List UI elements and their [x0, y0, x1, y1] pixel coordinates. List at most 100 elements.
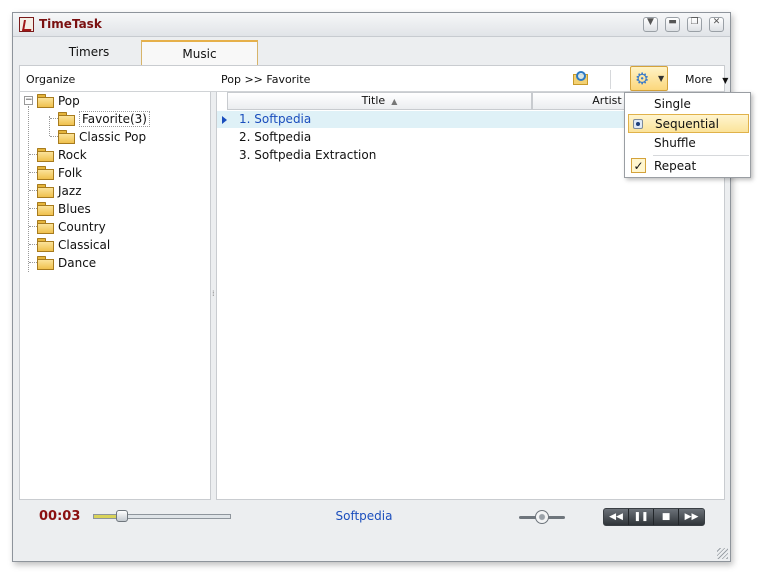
- gear-icon: ⚙: [635, 69, 650, 88]
- menu-item-sequential[interactable]: Sequential: [628, 114, 749, 133]
- column-header-label: Artist: [592, 94, 622, 107]
- tree-item-label: Rock: [58, 148, 87, 162]
- toolbar-divider: [610, 70, 611, 89]
- menu-item-repeat[interactable]: ✓ Repeat: [628, 157, 749, 176]
- tree-item-classical[interactable]: Classical: [37, 236, 110, 254]
- window-menu-button[interactable]: ▼: [643, 17, 658, 32]
- tree-item-rock[interactable]: Rock: [37, 146, 87, 164]
- folder-icon: [58, 130, 75, 144]
- pause-button[interactable]: ❚❚: [629, 509, 654, 525]
- music-toolbar: Organize Pop >> Favorite ⚙ ▼ More ▼: [19, 65, 728, 92]
- now-playing-icon: [222, 116, 227, 124]
- more-button[interactable]: More ▼: [685, 73, 728, 86]
- tree-item-country[interactable]: Country: [37, 218, 106, 236]
- tree-connector: [50, 136, 58, 137]
- tree-item-favorite[interactable]: Favorite(3): [58, 110, 150, 128]
- tree-item-label: Classical: [58, 238, 111, 252]
- folder-icon: [37, 238, 54, 252]
- menu-item-single[interactable]: Single: [628, 95, 749, 114]
- tree-item-label: Folk: [58, 166, 83, 180]
- menu-item-shuffle[interactable]: Shuffle: [628, 134, 749, 153]
- tree-connector: [29, 244, 37, 245]
- restore-button[interactable]: ❐: [687, 17, 702, 32]
- title-bar[interactable]: TimeTask ▼ ▬ ❐ ✕: [13, 13, 730, 37]
- menu-item-label: Single: [654, 97, 691, 111]
- folder-icon: [58, 112, 75, 126]
- search-icon: [576, 71, 586, 81]
- menu-divider: [653, 155, 749, 156]
- forward-button[interactable]: ▶▶: [679, 509, 704, 525]
- tree-connector: [29, 208, 37, 209]
- now-playing-title: Softpedia: [335, 509, 393, 523]
- tree-item-pop[interactable]: Pop: [37, 92, 80, 110]
- song-title: 2. Softpedia: [239, 130, 312, 144]
- song-title: 1. Softpedia: [239, 112, 312, 126]
- rewind-icon: ◀◀: [609, 512, 623, 522]
- window-title: TimeTask: [39, 17, 102, 31]
- tree-connector: [29, 226, 37, 227]
- menu-item-label: Sequential: [655, 117, 719, 131]
- rewind-button[interactable]: ◀◀: [604, 509, 629, 525]
- sort-ascending-icon: ▲: [391, 97, 398, 106]
- tree-connector: [29, 172, 37, 173]
- tree-item-classic-pop[interactable]: Classic Pop: [58, 128, 146, 146]
- minimize-icon: ▬: [668, 17, 677, 27]
- menu-item-label: Shuffle: [654, 136, 696, 150]
- column-header-label: Title: [361, 94, 386, 107]
- elapsed-time: 00:03: [39, 509, 81, 524]
- pause-icon: ❚❚: [633, 512, 649, 522]
- tree-item-label: Jazz: [58, 184, 82, 198]
- tree-item-folk[interactable]: Folk: [37, 164, 82, 182]
- tree-item-label: Classic Pop: [79, 130, 147, 144]
- seek-thumb[interactable]: [116, 510, 128, 522]
- folder-icon: [37, 202, 54, 216]
- tree-item-label: Favorite(3): [79, 111, 150, 127]
- tree-connector: [29, 262, 37, 263]
- chevron-down-icon: ▼: [722, 76, 729, 85]
- category-tree: − Pop Favorite(3) Classic Pop Rock Folk …: [19, 92, 211, 500]
- close-button[interactable]: ✕: [709, 17, 724, 32]
- tree-connector: [29, 154, 37, 155]
- tree-item-label: Pop: [58, 94, 80, 108]
- tab-music[interactable]: Music: [141, 40, 258, 66]
- player-bar: 00:03 Softpedia ◀◀ ❚❚ ■ ▶▶: [19, 500, 725, 532]
- resize-grip[interactable]: [717, 548, 728, 559]
- menu-item-label: Repeat: [654, 159, 697, 173]
- tree-item-label: Blues: [58, 202, 91, 216]
- tree-connector: [29, 190, 37, 191]
- tree-connector: [49, 116, 50, 136]
- folder-icon: [37, 148, 54, 162]
- tree-item-blues[interactable]: Blues: [37, 200, 91, 218]
- fast-forward-icon: ▶▶: [684, 512, 699, 522]
- tree-item-jazz[interactable]: Jazz: [37, 182, 82, 200]
- find-button[interactable]: [572, 70, 590, 87]
- playback-mode-menu: Single Sequential Shuffle ✓ Repeat: [624, 92, 751, 178]
- checkmark-icon: ✓: [631, 158, 646, 173]
- organize-label: Organize: [26, 73, 76, 86]
- folder-icon: [37, 256, 54, 270]
- tree-connector: [50, 118, 58, 119]
- tree-item-label: Dance: [58, 256, 97, 270]
- folder-icon: [37, 94, 54, 108]
- volume-thumb[interactable]: [535, 510, 549, 524]
- minimize-button[interactable]: ▬: [665, 17, 680, 32]
- folder-icon: [37, 220, 54, 234]
- folder-icon: [37, 184, 54, 198]
- seek-slider[interactable]: [93, 514, 231, 519]
- app-logo-icon: [19, 17, 34, 32]
- stop-button[interactable]: ■: [654, 509, 679, 525]
- chevron-down-icon: ▼: [647, 17, 654, 27]
- tree-item-dance[interactable]: Dance: [37, 254, 96, 272]
- more-label: More: [685, 73, 713, 86]
- collapse-toggle[interactable]: −: [24, 96, 33, 105]
- seek-progress: [94, 515, 118, 518]
- song-title: 3. Softpedia Extraction: [239, 148, 377, 162]
- column-header-title[interactable]: Title ▲: [227, 92, 532, 110]
- tree-item-label: Country: [58, 220, 106, 234]
- tab-timers[interactable]: Timers: [25, 40, 153, 66]
- radio-selected-icon: [633, 119, 643, 129]
- playback-mode-button[interactable]: ⚙ ▼: [630, 66, 668, 91]
- restore-icon: ❐: [690, 17, 699, 27]
- folder-icon: [37, 166, 54, 180]
- stop-icon: ■: [661, 512, 671, 522]
